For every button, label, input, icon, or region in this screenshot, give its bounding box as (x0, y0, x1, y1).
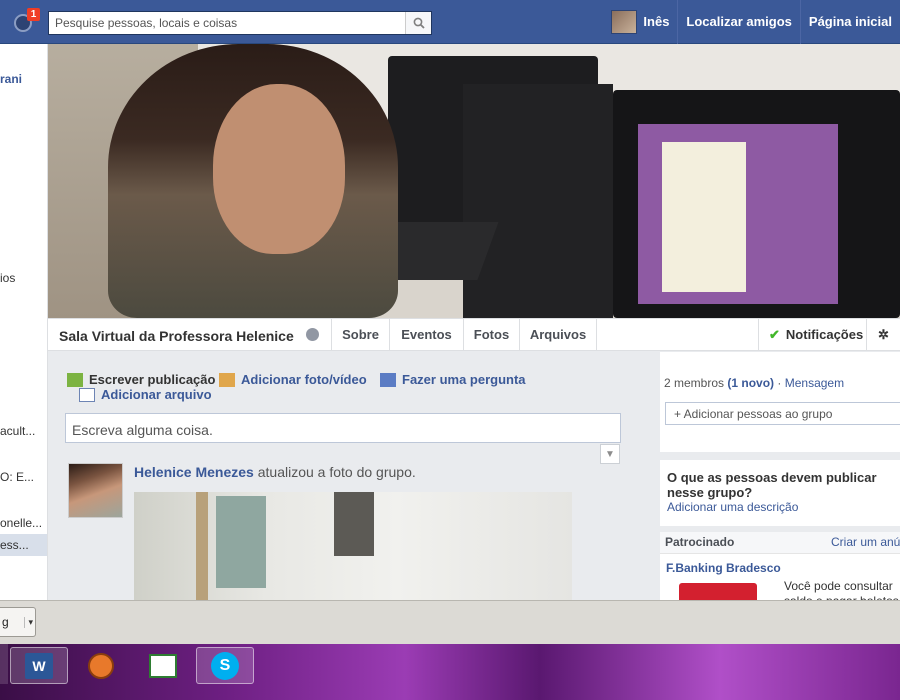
public-globe-icon (306, 328, 319, 341)
post-input[interactable]: Escreva alguma coisa. (65, 413, 621, 443)
ad-title[interactable]: F.Banking Bradesco (666, 561, 781, 575)
sidebar-item-3[interactable]: acult... (0, 424, 35, 438)
ask-question-label: Fazer uma pergunta (402, 372, 526, 387)
add-file-label: Adicionar arquivo (101, 387, 212, 402)
paw-icon (88, 652, 114, 679)
members-count[interactable]: 2 membros (664, 376, 724, 390)
add-people-input[interactable]: + Adicionar pessoas ao grupo (665, 402, 900, 425)
right-column: 2 membros (1 novo) · Mensagem + Adiciona… (660, 352, 900, 608)
sidebar-item-5[interactable]: onelle... (0, 516, 42, 530)
new-members[interactable]: (1 novo) (727, 376, 774, 390)
zoom-dropdown[interactable]: g ▾ (0, 607, 36, 637)
photo-icon (219, 372, 235, 387)
file-icon (79, 387, 95, 402)
find-friends-link[interactable]: Localizar amigos (677, 0, 799, 44)
profile-link[interactable]: Inês (643, 0, 677, 44)
left-sidebar: rani ios acult... O: E... onelle... ess.… (0, 44, 48, 600)
notifications-button[interactable]: ✔ Notificações (758, 319, 866, 351)
sidebar-item-profile[interactable]: rani (0, 72, 22, 86)
message-link[interactable]: Mensagem (785, 376, 844, 390)
sidebar-item-2[interactable]: ios (0, 271, 15, 285)
sponsored-label: Patrocinado (665, 535, 735, 549)
taskbar-paw-app[interactable] (72, 647, 130, 684)
windows-taskbar: W S (0, 644, 900, 700)
add-description-link[interactable]: Adicionar uma descrição (667, 500, 798, 514)
tab-eventos[interactable]: Eventos (389, 319, 463, 351)
zoom-dropdown-label: g (2, 615, 9, 629)
post-action-text: atualizou a foto do grupo. (257, 464, 416, 480)
tab-arquivos[interactable]: Arquivos (519, 319, 597, 351)
search-icon (413, 17, 425, 29)
chevron-down-icon: ▾ (24, 617, 33, 628)
create-ad-link[interactable]: Criar um anú (831, 535, 900, 549)
notifications-label: Notificações (785, 327, 864, 342)
post-header: Helenice Menezes atualizou a foto do gru… (134, 464, 416, 480)
ask-question-tab[interactable]: Fazer uma pergunta (380, 372, 526, 387)
members-summary: 2 membros (1 novo) · Mensagem (664, 376, 844, 390)
question-icon (380, 372, 396, 387)
notification-count-badge[interactable]: 1 (27, 8, 40, 21)
add-file-tab[interactable]: Adicionar arquivo (79, 387, 212, 402)
home-link[interactable]: Página inicial (799, 0, 900, 44)
word-icon: W (25, 652, 53, 679)
ad-image[interactable] (679, 583, 757, 600)
tab-sobre[interactable]: Sobre (331, 319, 389, 351)
search-box (48, 11, 432, 35)
description-prompt: O que as pessoas devem publicar nesse gr… (667, 470, 877, 500)
add-photo-tab[interactable]: Adicionar foto/vídeo (219, 372, 367, 387)
post-author-name[interactable]: Helenice Menezes (134, 464, 254, 480)
chevron-down-icon[interactable]: ▼ (600, 444, 620, 464)
browser-bottom-strip: g ▾ (0, 600, 900, 644)
taskbar-window[interactable] (134, 647, 192, 684)
add-photo-label: Adicionar foto/vídeo (241, 372, 367, 387)
sponsored-header: Patrocinado Criar um anú (660, 532, 900, 554)
skype-icon: S (211, 651, 239, 680)
search-input[interactable] (49, 12, 399, 34)
write-post-label: Escrever publicação (89, 372, 216, 387)
gear-icon[interactable]: ✲ (866, 319, 900, 351)
tab-fotos[interactable]: Fotos (463, 319, 519, 351)
check-icon: ✔ (769, 327, 780, 342)
write-post-tab[interactable]: Escrever publicação (67, 372, 215, 387)
group-header-bar: Sala Virtual da Professora Helenice Sobr… (48, 318, 900, 351)
window-icon (149, 653, 177, 678)
dot-separator: · (777, 376, 782, 390)
user-avatar[interactable] (611, 10, 638, 34)
post-author-avatar[interactable] (68, 463, 123, 518)
sidebar-item-current-group[interactable]: ess... (0, 534, 47, 556)
post-photo[interactable] (134, 492, 572, 600)
taskbar-word[interactable]: W (10, 647, 68, 684)
taskbar-skype[interactable]: S (196, 647, 254, 684)
group-cover-photo (48, 44, 900, 318)
search-button[interactable] (405, 12, 431, 34)
top-navigation-bar: 1 Inês Localizar amigos Página inicial (0, 0, 900, 44)
top-nav-links: Inês Localizar amigos Página inicial (611, 0, 900, 44)
write-post-icon (67, 372, 83, 387)
sidebar-item-4[interactable]: O: E... (0, 470, 34, 484)
group-name[interactable]: Sala Virtual da Professora Helenice (59, 328, 294, 344)
